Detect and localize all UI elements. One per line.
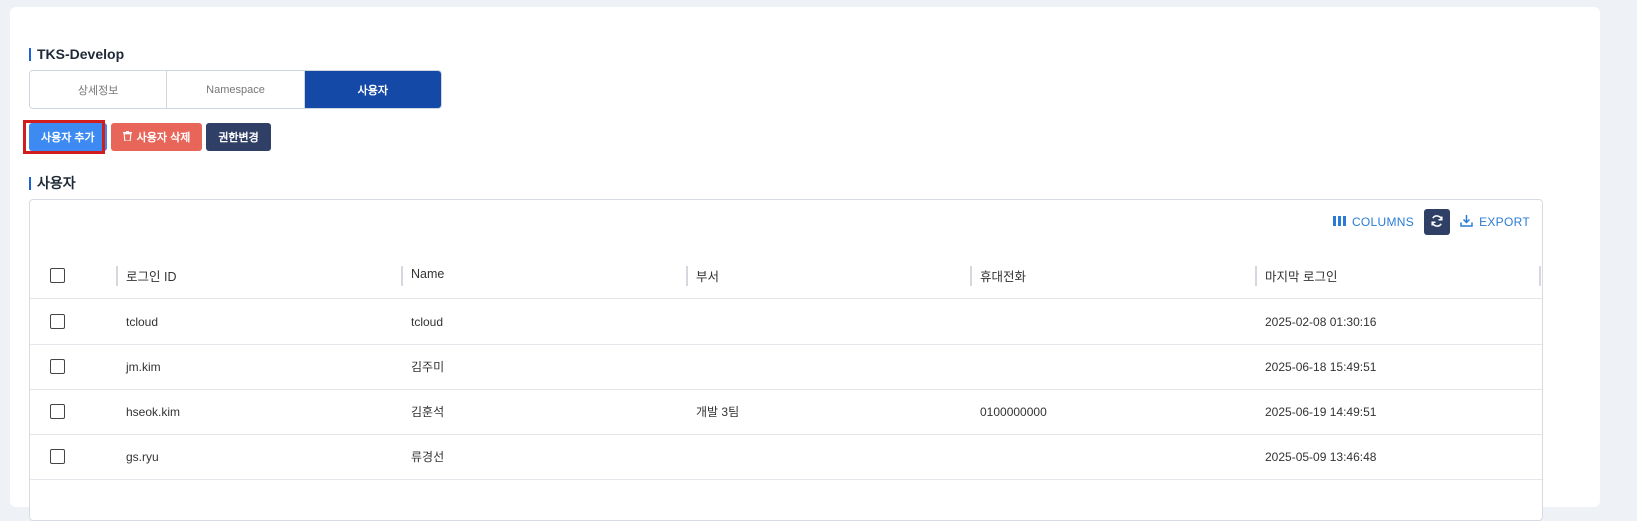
project-detail-card: TKS-Develop 상세정보 Namespace 사용자 사용자 추가 사용… [10, 7, 1600, 521]
cell-login-id: jm.kim [126, 359, 161, 374]
cell-phone: 0100000000 [980, 404, 1047, 419]
columns-label: COLUMNS [1351, 215, 1415, 229]
cell-department: 개발 3팀 [696, 405, 740, 419]
cell-last-login: 2025-02-08 01:30:16 [1265, 314, 1377, 329]
column-separator[interactable] [116, 266, 118, 286]
cell-name: 김훈석 [411, 405, 445, 419]
column-separator[interactable] [1539, 266, 1541, 286]
delete-user-button[interactable]: 사용자 삭제 [110, 123, 203, 151]
table-row[interactable]: jm.kim 김주미 2025-06-18 15:49:51 [30, 344, 1542, 390]
table-toolbar: COLUMNS EXPORT [1332, 209, 1530, 235]
column-separator[interactable] [970, 266, 972, 286]
tab-users[interactable]: 사용자 [304, 71, 441, 108]
project-title: TKS-Develop [29, 46, 124, 62]
table-header-row: 로그인 ID Name 부서 휴대전화 마지막 로그인 [30, 253, 1542, 299]
export-label: EXPORT [1479, 215, 1530, 229]
column-separator[interactable] [401, 266, 403, 286]
users-section-title-text: 사용자 [37, 175, 76, 191]
table-row[interactable]: gs.ryu 류경선 2025-05-09 13:46:48 [30, 434, 1542, 480]
column-separator[interactable] [1255, 266, 1257, 286]
users-section-title: 사용자 [29, 173, 76, 193]
users-table: COLUMNS EXPORT 로그인 ID Name 부서 휴대전화 마지막 로… [29, 199, 1543, 521]
table-row[interactable]: tcloud tcloud 2025-02-08 01:30:16 [30, 299, 1542, 345]
project-title-text: TKS-Develop [37, 46, 125, 62]
cell-name: 김주미 [411, 360, 445, 374]
download-icon [1460, 214, 1473, 230]
cell-last-login: 2025-06-19 14:49:51 [1265, 404, 1377, 419]
cell-login-id: tcloud [126, 314, 159, 329]
row-checkbox[interactable] [50, 314, 65, 329]
change-role-label: 권한변경 [218, 132, 259, 144]
cell-name: tcloud [411, 314, 444, 329]
cell-last-login: 2025-05-09 13:46:48 [1265, 449, 1377, 464]
column-header-name[interactable]: Name [411, 251, 444, 296]
title-accent-bar [29, 176, 31, 190]
column-header-last-login[interactable]: 마지막 로그인 [1265, 253, 1337, 298]
export-button[interactable]: EXPORT [1460, 214, 1530, 230]
row-checkbox[interactable] [50, 359, 65, 374]
column-header-phone[interactable]: 휴대전화 [980, 253, 1026, 298]
cell-login-id: gs.ryu [126, 449, 159, 464]
add-user-button[interactable]: 사용자 추가 [29, 123, 107, 151]
trash-icon [122, 130, 132, 144]
columns-button[interactable]: COLUMNS [1332, 215, 1415, 229]
detail-tabs: 상세정보 Namespace 사용자 [29, 70, 442, 109]
user-actions: 사용자 추가 사용자 삭제 권한변경 [29, 123, 271, 151]
row-checkbox[interactable] [50, 449, 65, 464]
columns-icon [1332, 215, 1346, 229]
cell-login-id: hseok.kim [126, 404, 181, 419]
column-header-login-id[interactable]: 로그인 ID [126, 253, 176, 298]
tab-namespace[interactable]: Namespace [167, 71, 305, 108]
refresh-button[interactable] [1424, 209, 1451, 235]
select-all-checkbox[interactable] [50, 268, 65, 283]
refresh-icon [1430, 214, 1444, 231]
change-role-button[interactable]: 권한변경 [206, 123, 271, 151]
delete-user-label: 사용자 삭제 [136, 132, 191, 144]
table-row[interactable]: hseok.kim 김훈석 개발 3팀 0100000000 2025-06-1… [30, 389, 1542, 435]
cell-name: 류경선 [411, 450, 445, 464]
title-accent-bar [29, 47, 31, 61]
column-header-department[interactable]: 부서 [696, 253, 719, 298]
add-user-label: 사용자 추가 [41, 132, 95, 144]
column-separator[interactable] [686, 266, 688, 286]
row-checkbox[interactable] [50, 404, 65, 419]
tab-detail[interactable]: 상세정보 [30, 71, 168, 108]
cell-last-login: 2025-06-18 15:49:51 [1265, 359, 1377, 374]
